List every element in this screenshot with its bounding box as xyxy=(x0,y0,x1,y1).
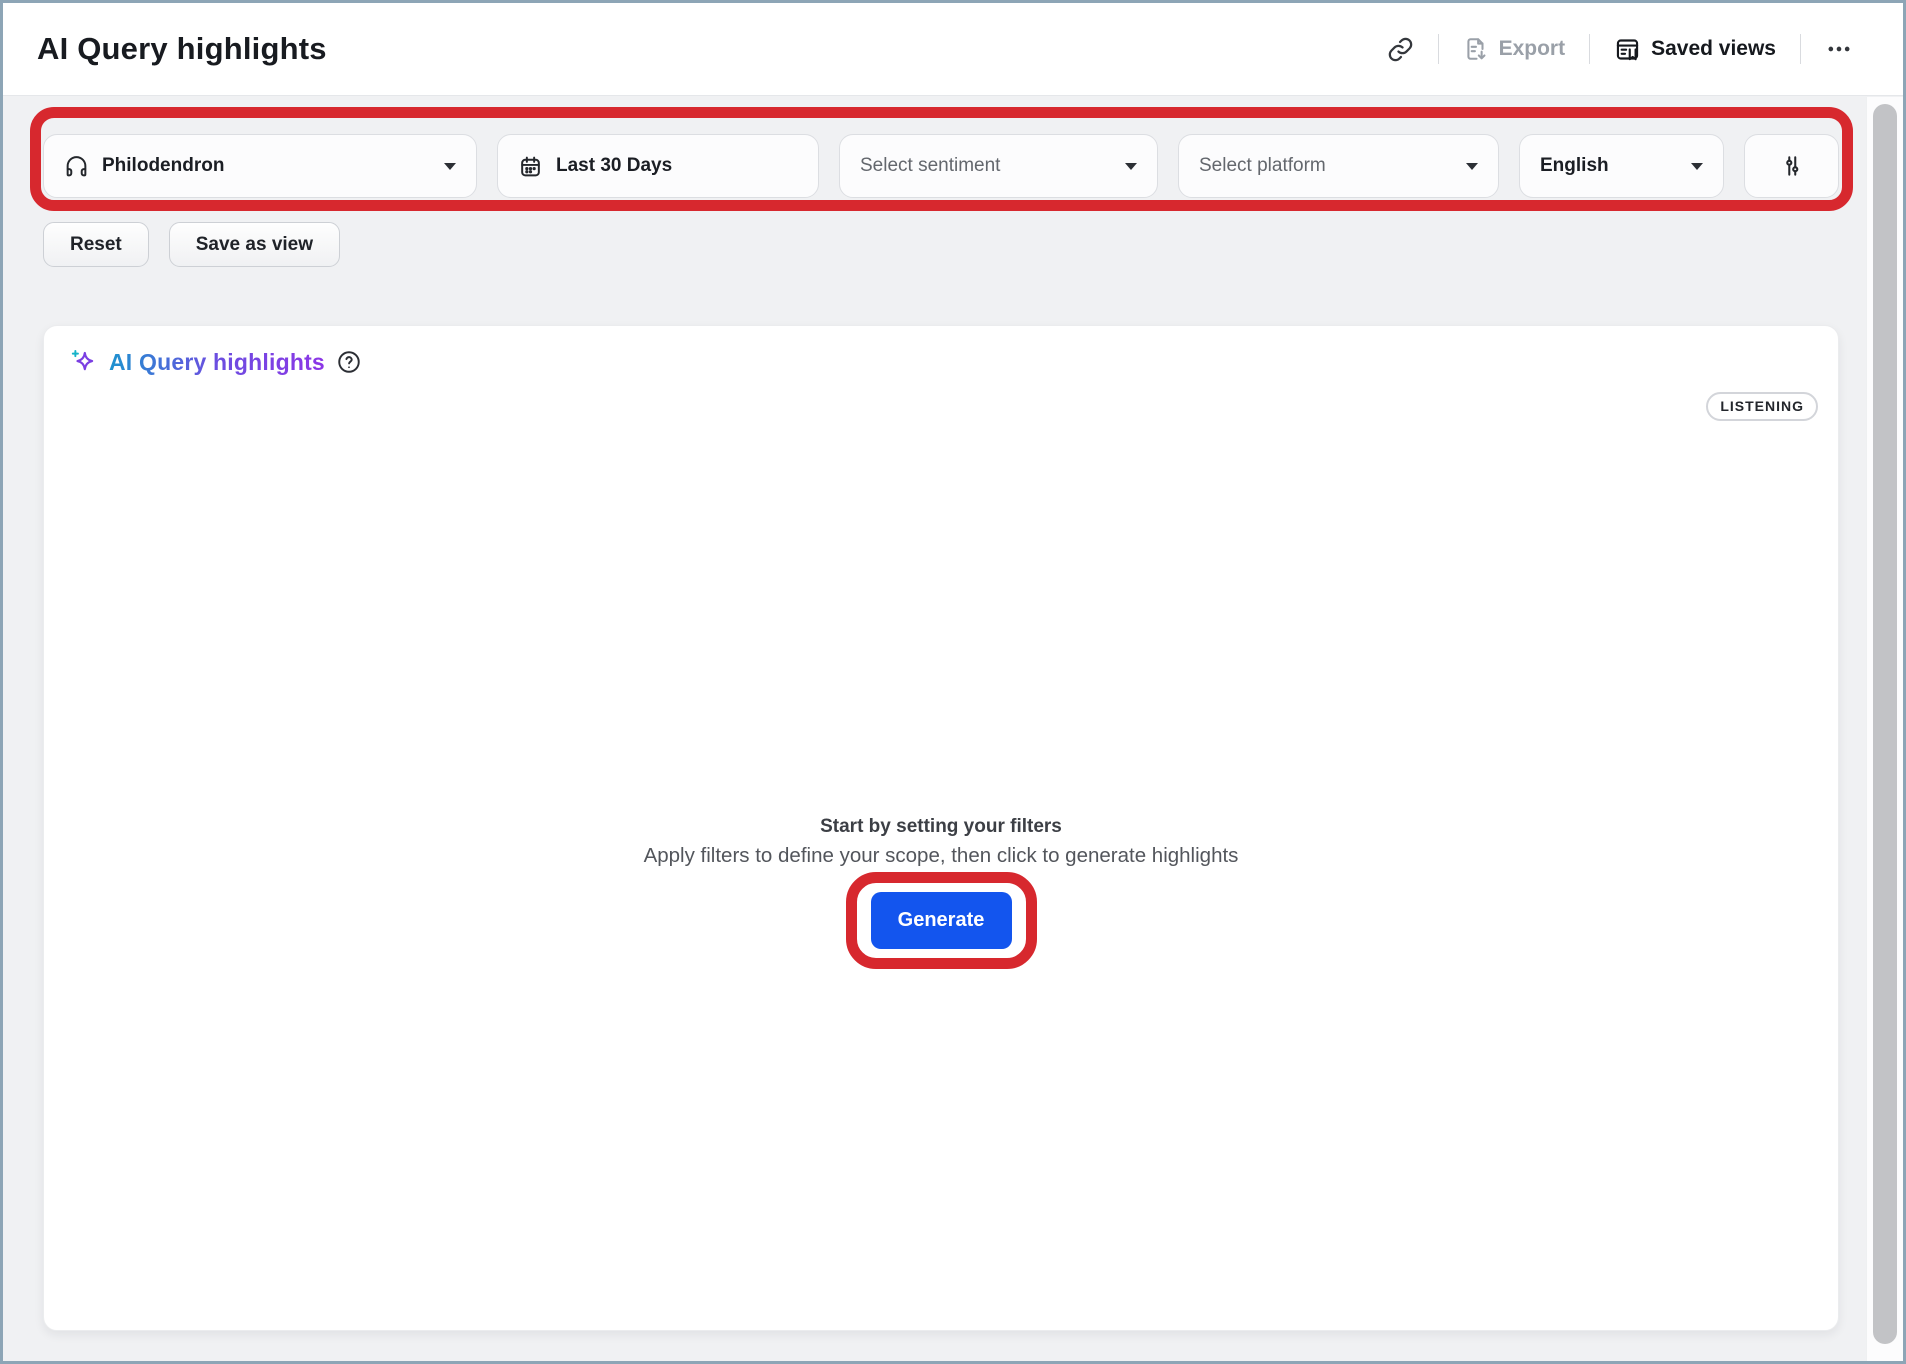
filter-actions-row: Reset Save as view xyxy=(43,222,340,267)
saved-views-button[interactable]: Saved views xyxy=(1614,36,1776,63)
calendar-icon xyxy=(518,154,543,179)
empty-state-subtitle: Apply filters to define your scope, then… xyxy=(44,844,1838,868)
help-icon xyxy=(336,349,362,375)
ellipsis-icon xyxy=(1825,35,1853,63)
generate-annotation-highlight: Generate xyxy=(846,872,1037,969)
panel-header: AI Query highlights xyxy=(70,348,362,376)
chevron-down-icon xyxy=(1466,163,1478,170)
advanced-filters-button[interactable] xyxy=(1744,134,1839,198)
sliders-icon xyxy=(1779,153,1805,179)
link-icon xyxy=(1387,36,1414,63)
copy-link-button[interactable] xyxy=(1387,36,1414,63)
empty-state-title: Start by setting your filters xyxy=(44,816,1838,838)
vertical-scrollbar xyxy=(1866,97,1903,1361)
headphones-icon xyxy=(64,154,89,179)
export-button[interactable]: Export xyxy=(1463,36,1566,62)
language-filter-dropdown[interactable]: English xyxy=(1519,134,1724,198)
reset-button[interactable]: Reset xyxy=(43,222,149,267)
header-divider xyxy=(1589,34,1590,64)
header-divider xyxy=(1800,34,1801,64)
saved-views-label: Saved views xyxy=(1651,37,1776,61)
panel-title: AI Query highlights xyxy=(109,349,325,376)
date-range-filter-value: Last 30 Days xyxy=(556,155,672,177)
platform-filter-placeholder: Select platform xyxy=(1199,155,1326,177)
page-title: AI Query highlights xyxy=(37,31,327,67)
export-icon xyxy=(1463,36,1489,62)
platform-filter-dropdown[interactable]: Select platform xyxy=(1178,134,1499,198)
sentiment-filter-placeholder: Select sentiment xyxy=(860,155,1000,177)
ai-query-highlights-panel: AI Query highlights LISTENING Start by s… xyxy=(43,325,1839,1331)
header-divider xyxy=(1438,34,1439,64)
listening-badge: LISTENING xyxy=(1706,392,1818,421)
help-button[interactable] xyxy=(336,349,362,375)
save-as-view-button[interactable]: Save as view xyxy=(169,222,340,267)
more-menu-button[interactable] xyxy=(1825,35,1853,63)
filter-bar: Philodendron Last 30 Days Select sentime… xyxy=(43,134,1839,198)
sentiment-filter-dropdown[interactable]: Select sentiment xyxy=(839,134,1158,198)
app-window: AI Query highlights Export xyxy=(0,0,1906,1364)
saved-views-icon xyxy=(1614,36,1641,63)
language-filter-value: English xyxy=(1540,155,1609,177)
date-range-filter-dropdown[interactable]: Last 30 Days xyxy=(497,134,819,198)
page-header: AI Query highlights Export xyxy=(3,3,1903,96)
sparkle-icon xyxy=(70,348,98,376)
header-actions: Export Saved views xyxy=(1387,3,1853,95)
keyword-filter-dropdown[interactable]: Philodendron xyxy=(43,134,477,198)
chevron-down-icon xyxy=(444,163,456,170)
chevron-down-icon xyxy=(1125,163,1137,170)
scrollbar-thumb[interactable] xyxy=(1873,104,1897,1344)
chevron-down-icon xyxy=(1691,163,1703,170)
empty-state: Start by setting your filters Apply filt… xyxy=(44,816,1838,969)
generate-button[interactable]: Generate xyxy=(871,892,1012,949)
export-label: Export xyxy=(1499,37,1566,61)
keyword-filter-value: Philodendron xyxy=(102,155,224,177)
